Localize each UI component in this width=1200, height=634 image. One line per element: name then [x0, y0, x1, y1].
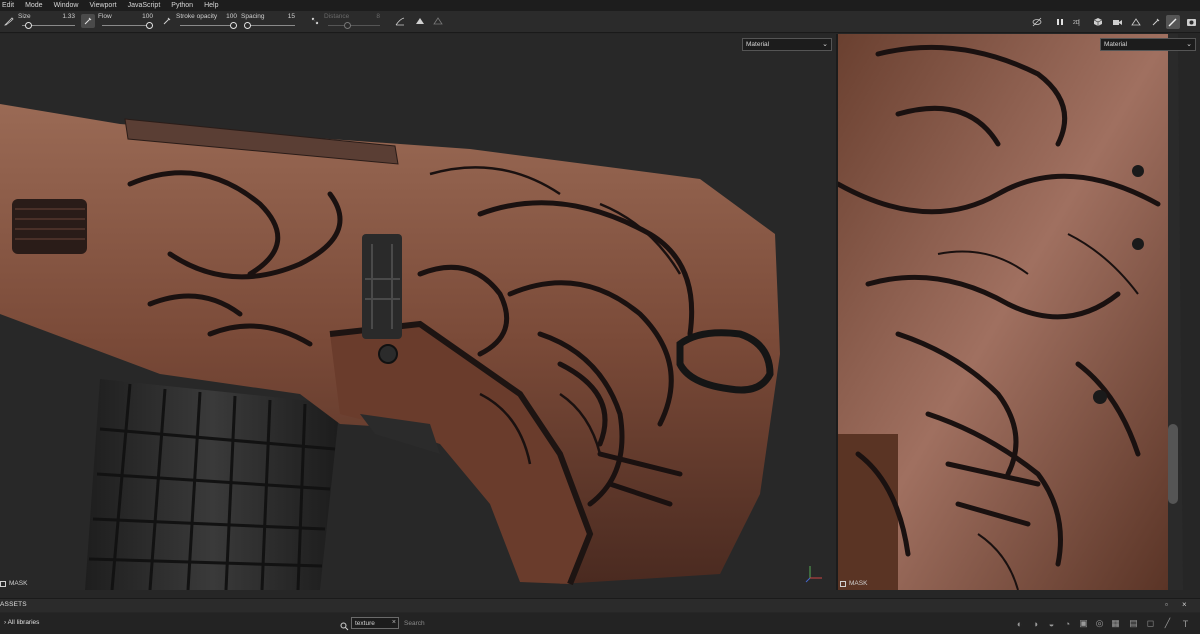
spacing-label: Spacing [241, 13, 265, 20]
distance-label: Distance [324, 13, 350, 20]
brush-filter-icon[interactable]: ◔ [1062, 618, 1073, 629]
mask-checkbox-3d[interactable] [0, 580, 6, 587]
tool-properties-bar: Size 1.33 Flow 100 Stroke opacity 100 Sp… [0, 11, 1200, 33]
spacing-knob[interactable] [244, 22, 251, 29]
size-value[interactable]: 1.33 [62, 13, 75, 20]
spacing-value[interactable]: 15 [288, 13, 295, 20]
hide-icon[interactable] [1030, 15, 1044, 29]
distance-param: Distance 8 [324, 13, 380, 31]
grid-filter-icon[interactable]: ▦ [1110, 618, 1121, 629]
chevron-down-icon: ⌄ [1186, 41, 1192, 48]
menu-mode[interactable]: Mode [23, 0, 43, 11]
viewport-3d[interactable]: Material ⌄ MASK [0, 34, 836, 590]
mask-filter-icon[interactable]: ◒ [1046, 618, 1057, 629]
stroke-opacity-label: Stroke opacity [176, 13, 218, 20]
painter-app: Edit Mode Window Viewport JavaScript Pyt… [0, 0, 1200, 634]
material-dropdown-2d-value: Material [1104, 41, 1128, 48]
view-2d-3d-icon[interactable]: 2D [1072, 15, 1086, 29]
lazy-mouse-icon[interactable] [308, 14, 322, 28]
distance-knob [344, 22, 351, 29]
chevron-down-icon: ⌄ [822, 41, 828, 48]
text-filter-icon[interactable]: T [1180, 618, 1191, 629]
search-tag-text: texture [355, 620, 375, 627]
stroke-opacity-knob[interactable] [230, 22, 237, 29]
symmetry-icon[interactable] [413, 14, 427, 28]
paint-brush-icon[interactable] [1166, 15, 1180, 29]
mask-checkbox-2d[interactable] [840, 580, 846, 587]
library-tree-item[interactable]: › All libraries [4, 619, 39, 626]
flow-knob[interactable] [146, 22, 153, 29]
flow-label: Flow [98, 13, 112, 20]
mask-indicator-3d[interactable]: MASK [0, 580, 27, 587]
assets-title: ASSETS [0, 601, 27, 608]
library-item-label: All libraries [7, 619, 40, 626]
camera-icon[interactable] [1110, 15, 1124, 29]
pen-icon[interactable] [1149, 15, 1163, 29]
distance-track [328, 25, 380, 26]
search-tag-chip[interactable]: texture × [351, 617, 399, 629]
close-icon[interactable]: × [392, 619, 396, 626]
menu-viewport[interactable]: Viewport [87, 0, 116, 11]
material-filter-icon[interactable]: ◐ [1014, 618, 1025, 629]
environment-filter-icon[interactable]: ◎ [1094, 618, 1105, 629]
rifle-stock-render [0, 104, 780, 590]
spacing-track[interactable] [245, 25, 295, 26]
stroke-pen-icon[interactable] [160, 14, 174, 28]
size-param[interactable]: Size 1.33 [18, 13, 75, 31]
scene-icon[interactable] [1129, 15, 1143, 29]
mask-label-2d: MASK [849, 580, 868, 587]
menu-window[interactable]: Window [52, 0, 79, 11]
shape-filter-icon[interactable]: ◻ [1145, 618, 1156, 629]
axis-gizmo-icon [804, 562, 826, 584]
size-label: Size [18, 13, 31, 20]
menu-bar: Edit Mode Window Viewport JavaScript Pyt… [0, 0, 1200, 11]
search-icon[interactable] [340, 618, 349, 634]
alignment-icon[interactable] [393, 14, 407, 28]
flow-param[interactable]: Flow 100 [98, 13, 153, 31]
viewport-tools: 2D [1030, 11, 1200, 33]
stroke-opacity-param[interactable]: Stroke opacity 100 [176, 13, 237, 31]
smart-material-filter-icon[interactable]: ◑ [1030, 618, 1041, 629]
brush-tool-icon[interactable] [2, 14, 16, 28]
material-dropdown-3d-value: Material [746, 41, 770, 48]
distance-value: 8 [376, 13, 380, 20]
pause-icon[interactable] [1053, 15, 1067, 29]
material-dropdown-3d[interactable]: Material ⌄ [742, 38, 832, 51]
stroke-opacity-track[interactable] [180, 25, 237, 26]
close-panel-icon[interactable]: × [1182, 600, 1187, 609]
pressure-toggle-icon[interactable] [81, 14, 95, 28]
mask-indicator-2d[interactable]: MASK [840, 580, 867, 587]
flow-value[interactable]: 100 [142, 13, 153, 20]
menu-python[interactable]: Python [169, 0, 193, 11]
texture-filter-icon[interactable]: ▣ [1078, 618, 1089, 629]
search-input[interactable]: Search [404, 620, 425, 627]
menu-edit[interactable]: Edit [0, 0, 14, 11]
material-dropdown-2d[interactable]: Material ⌄ [1100, 38, 1196, 51]
symmetry-off-icon[interactable] [431, 14, 445, 28]
size-knob[interactable] [25, 22, 32, 29]
assets-panel-header: ASSETS ▫ × [0, 598, 1200, 612]
mask-label-3d: MASK [9, 580, 28, 587]
spacing-param[interactable]: Spacing 15 [241, 13, 295, 31]
viewport-2d[interactable]: Material ⌄ MASK [838, 34, 1200, 590]
menu-help[interactable]: Help [202, 0, 218, 11]
cube-icon[interactable] [1091, 15, 1105, 29]
stroke-opacity-value[interactable]: 100 [226, 13, 237, 20]
pen-filter-icon[interactable]: ╱ [1162, 618, 1173, 629]
screenshot-icon[interactable] [1184, 15, 1198, 29]
library-bar: › All libraries texture × Search ◐ ◑ ◒ ◔… [0, 613, 1200, 634]
uv-texture-render [838, 34, 1183, 590]
stencil-filter-icon[interactable]: ▤ [1128, 618, 1139, 629]
menu-javascript[interactable]: JavaScript [126, 0, 161, 11]
maximize-icon[interactable]: ▫ [1165, 600, 1168, 609]
